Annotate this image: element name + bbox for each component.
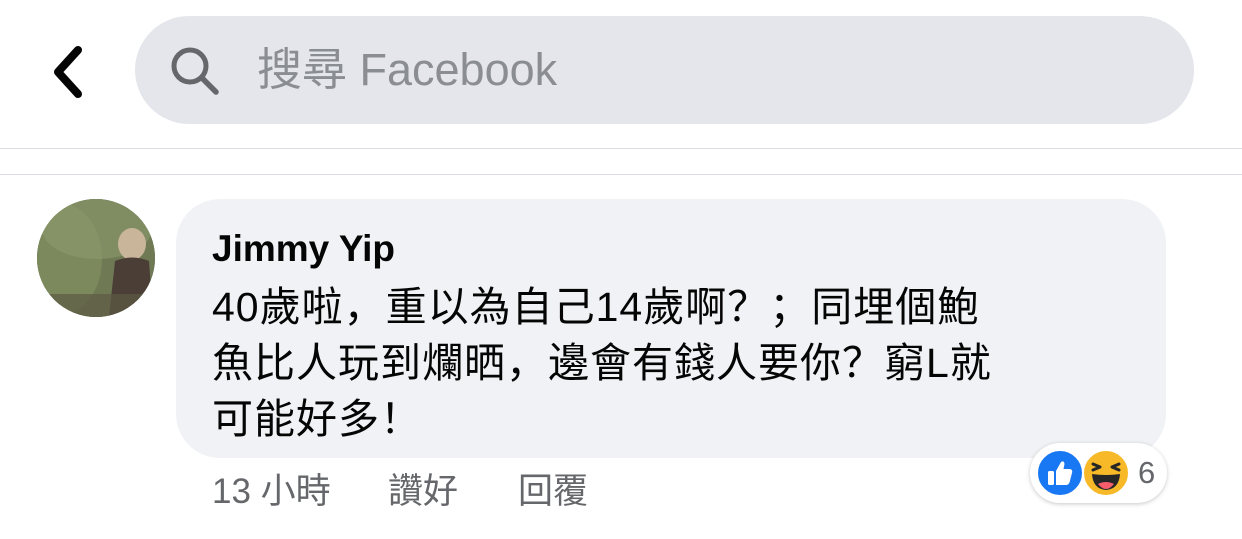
like-button[interactable]: 讚好 (388, 468, 458, 516)
comment-line: 40歲啦，重以為自己14歲啊？；同埋個鮑 (212, 284, 980, 330)
reaction-summary[interactable]: 6 (1030, 443, 1167, 503)
like-icon (1036, 449, 1084, 497)
haha-icon (1082, 449, 1130, 497)
comment-author[interactable]: Jimmy Yip (212, 227, 395, 271)
search-input[interactable]: 搜尋 Facebook (135, 16, 1194, 124)
top-bar: 搜尋 Facebook (0, 0, 1242, 150)
comment-line: 可能好多！ (212, 396, 422, 442)
reaction-count: 6 (1138, 455, 1156, 490)
divider (0, 174, 1242, 175)
reply-button[interactable]: 回覆 (518, 468, 588, 516)
comment-bubble: Jimmy Yip 40歲啦，重以為自己14歲啊？；同埋個鮑 魚比人玩到爛晒，邊… (176, 199, 1166, 458)
back-button[interactable] (40, 38, 100, 102)
comment-timestamp[interactable]: 13 小時 (212, 468, 331, 516)
avatar[interactable] (37, 199, 155, 317)
comment-text: 40歲啦，重以為自己14歲啊？；同埋個鮑 魚比人玩到爛晒，邊會有錢人要你？窮L就… (212, 279, 1152, 447)
search-placeholder: 搜尋 Facebook (257, 44, 558, 95)
chevron-left-icon (54, 46, 82, 98)
avatar-photo (37, 199, 155, 317)
comment-line: 魚比人玩到爛晒，邊會有錢人要你？窮L就 (212, 340, 992, 386)
divider (0, 148, 1242, 149)
search-icon (171, 47, 219, 95)
